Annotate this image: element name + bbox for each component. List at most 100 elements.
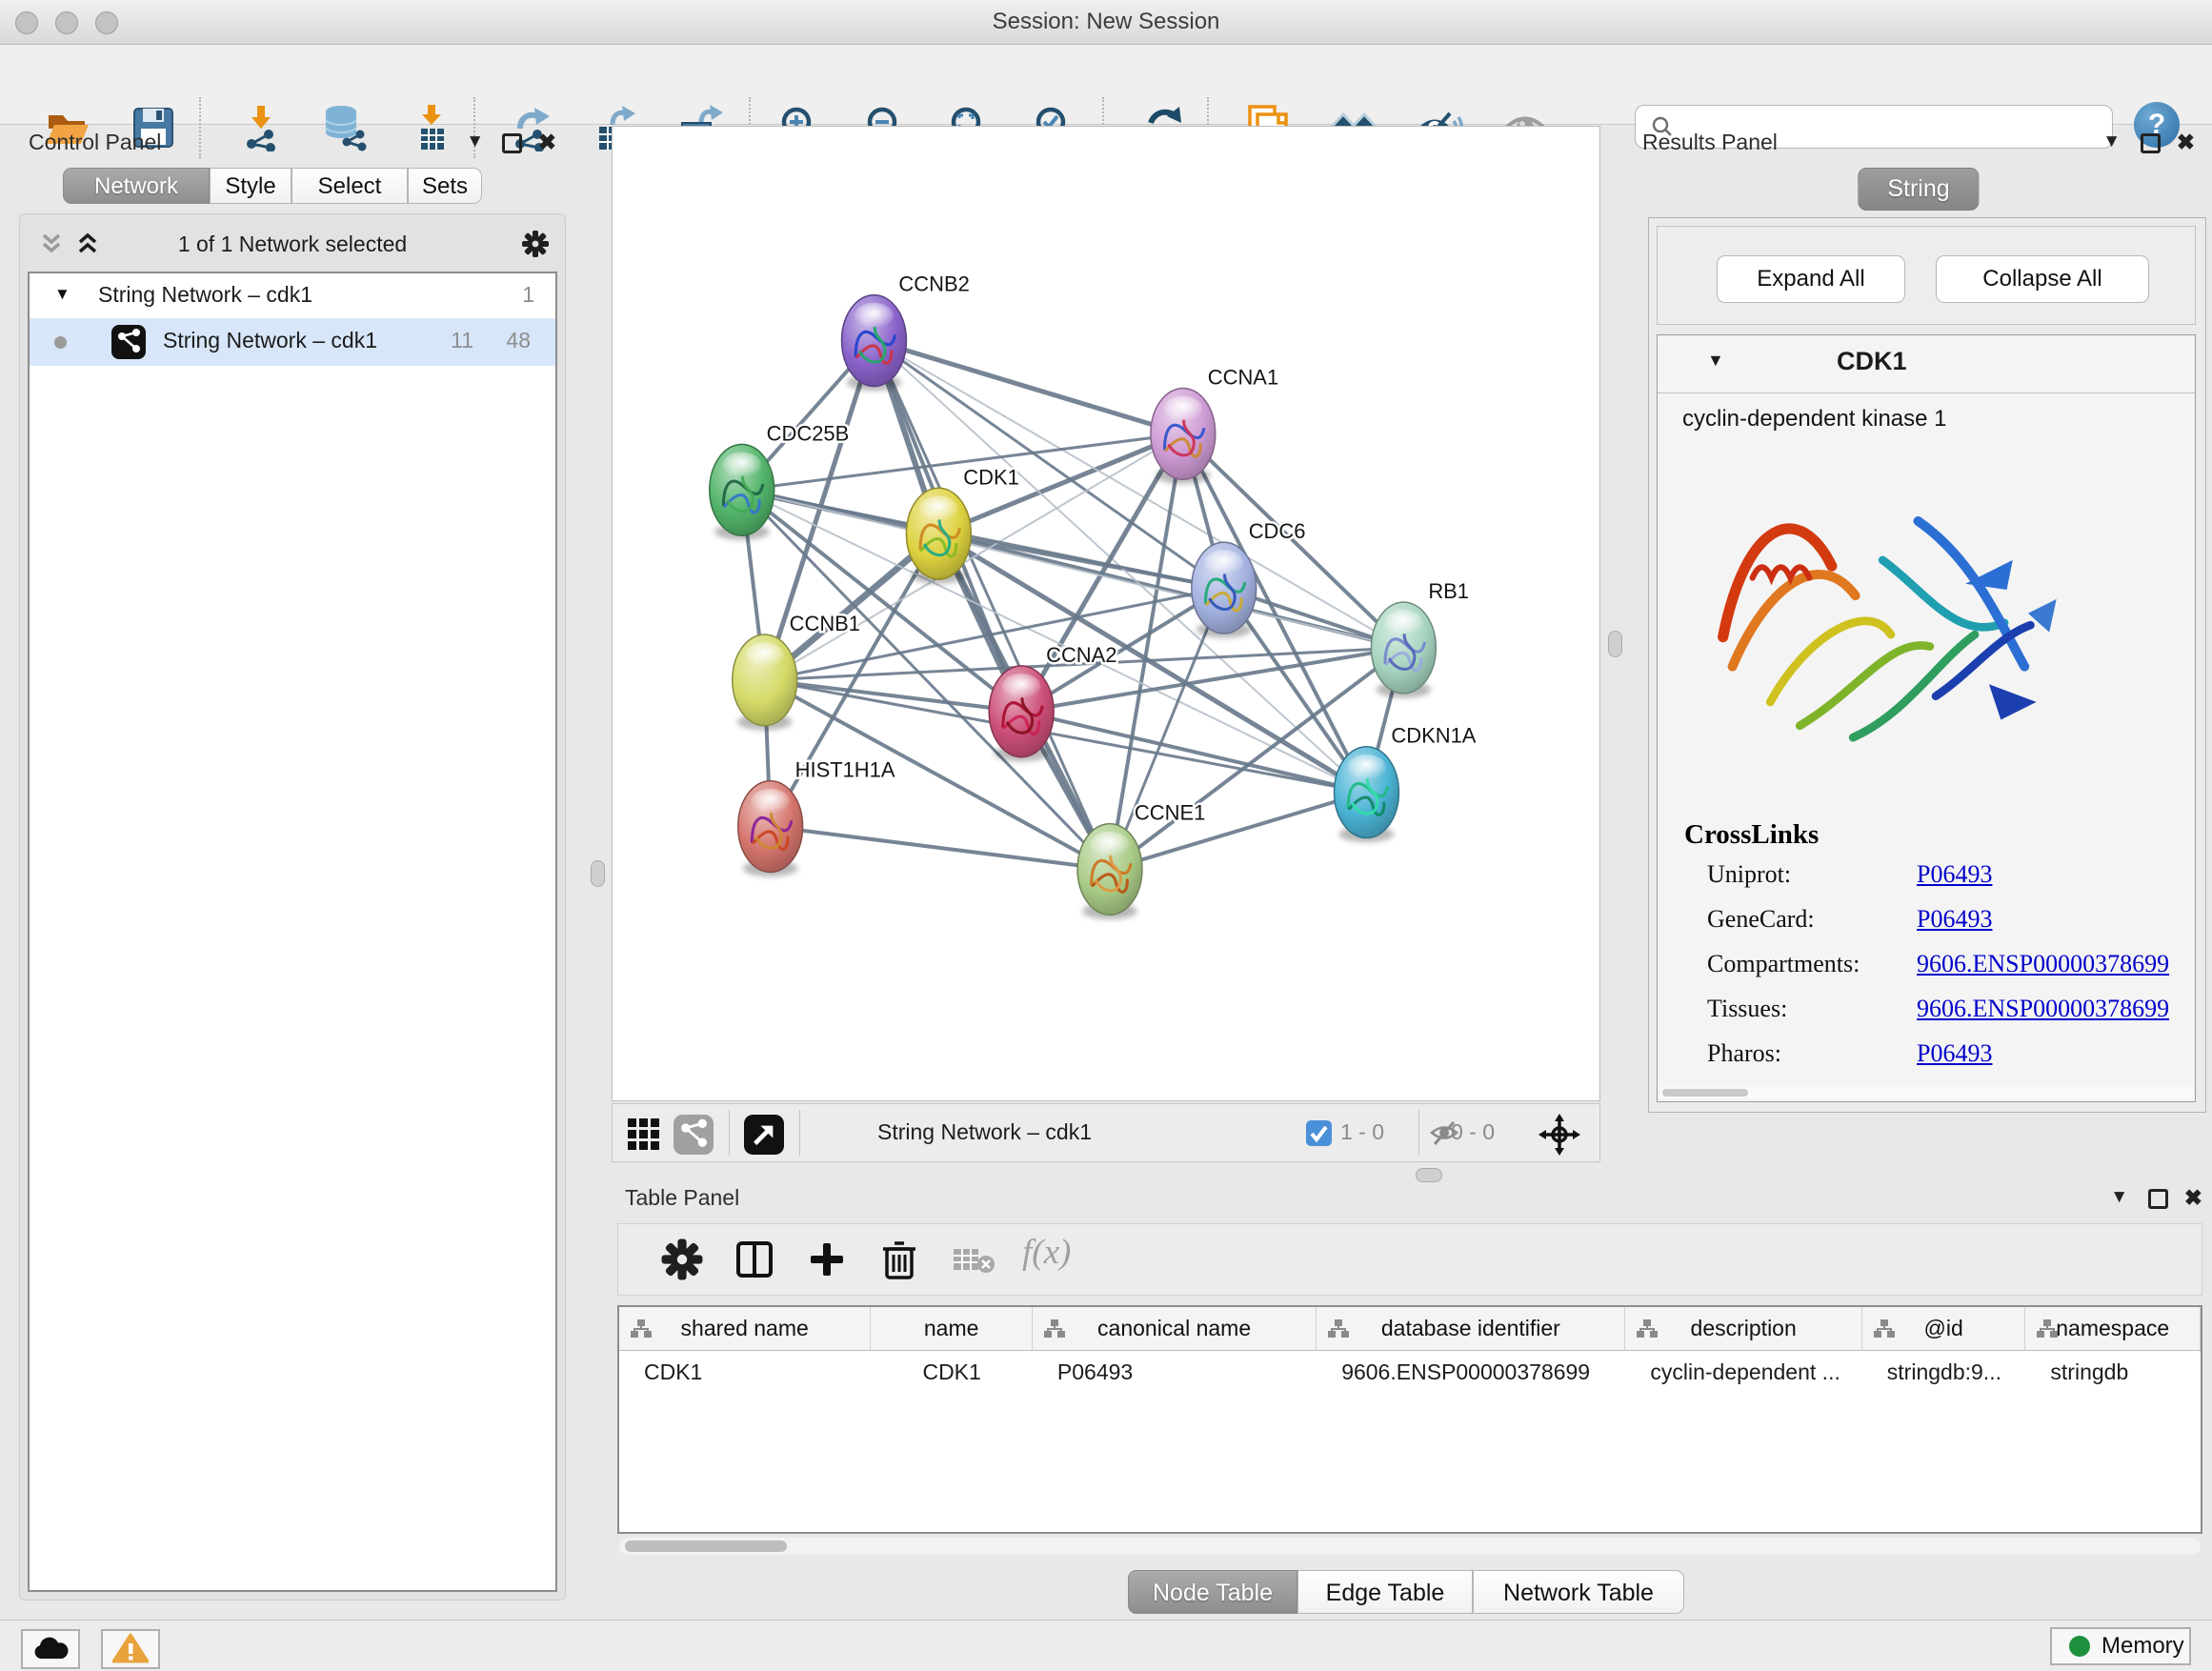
tab-network[interactable]: Network xyxy=(63,168,210,204)
panel-close-icon[interactable]: ✖ xyxy=(2177,130,2195,155)
panel-close-icon[interactable]: ✖ xyxy=(2184,1185,2202,1211)
splitter-grip-right[interactable] xyxy=(1608,631,1622,657)
open-in-window-icon[interactable] xyxy=(744,1115,784,1155)
panel-float-icon[interactable] xyxy=(2148,1189,2168,1209)
strip-separator xyxy=(729,1110,730,1156)
node-label-cdkn1a: CDKN1A xyxy=(1391,724,1476,748)
network-node-ccnb1[interactable]: CCNB1 xyxy=(733,612,860,730)
crosslink-link[interactable]: P06493 xyxy=(1917,1039,1992,1068)
network-view-toolbar: String Network – cdk1 1 - 0 0 - 0 xyxy=(612,1103,1600,1162)
collection-caret-icon[interactable]: ▼ xyxy=(54,285,70,304)
tab-sets[interactable]: Sets xyxy=(408,168,482,204)
table-cell[interactable]: CDK1 xyxy=(619,1351,871,1393)
pan-crosshair-icon[interactable] xyxy=(1538,1114,1580,1156)
collapse-all-button[interactable]: Collapse All xyxy=(1936,255,2149,303)
table-cell[interactable]: cyclin-dependent ... xyxy=(1625,1351,1861,1393)
tab-network-table[interactable]: Network Table xyxy=(1473,1570,1684,1614)
network-node-cdkn1a[interactable]: CDKN1A xyxy=(1335,724,1477,842)
crosslink-row: Tissues: 9606.ENSP00000378699 xyxy=(1658,985,2195,1030)
results-panel-title: Results Panel xyxy=(1642,130,1778,155)
node-details-card: ▼ CDK1 cyclin-dependent kinase 1 xyxy=(1657,334,2196,1102)
collection-count: 1 xyxy=(522,282,534,308)
table-header-row: shared namenamecanonical namedatabase id… xyxy=(619,1307,2201,1351)
gene-name: CDK1 xyxy=(1837,347,1907,376)
table-cell[interactable]: 9606.ENSP00000378699 xyxy=(1317,1351,1625,1393)
crosslink-label: Tissues: xyxy=(1707,995,1787,1023)
application-window: Session: New Session xyxy=(0,0,2212,1671)
network-edge[interactable] xyxy=(874,341,1182,434)
memory-button[interactable]: Memory xyxy=(2050,1627,2191,1665)
crosslink-label: Uniprot: xyxy=(1707,860,1791,889)
expand-all-button[interactable]: Expand All xyxy=(1717,255,1905,303)
column-header-canonical-name[interactable]: canonical name xyxy=(1033,1307,1317,1350)
crosslink-link[interactable]: P06493 xyxy=(1917,905,1992,934)
panel-float-icon[interactable] xyxy=(2141,133,2161,153)
network-edge[interactable] xyxy=(742,490,1224,588)
network-row-selected[interactable]: String Network – cdk1 11 48 xyxy=(30,318,555,366)
crosslink-link[interactable]: 9606.ENSP00000378699 xyxy=(1917,950,2169,978)
birdseye-grid-icon[interactable] xyxy=(626,1117,662,1153)
network-node-hist1h1a[interactable]: HIST1H1A xyxy=(738,758,895,876)
string-results-container: Expand All Collapse All ▼ CDK1 cyclin-de… xyxy=(1648,217,2206,1113)
node-label-ccne1: CCNE1 xyxy=(1135,801,1205,825)
table-cell[interactable]: P06493 xyxy=(1033,1351,1317,1393)
scrollbar-thumb[interactable] xyxy=(625,1540,787,1552)
column-header-description[interactable]: description xyxy=(1625,1307,1861,1350)
node-attribute-table[interactable]: shared namenamecanonical namedatabase id… xyxy=(617,1305,2202,1534)
network-edge[interactable] xyxy=(1021,712,1366,793)
network-node-ccnb2[interactable]: CCNB2 xyxy=(842,272,970,391)
add-column-icon[interactable] xyxy=(805,1238,849,1281)
tab-select[interactable]: Select xyxy=(292,168,408,204)
control-panel-header: Control Panel ▼ ✖ xyxy=(11,126,572,160)
network-collection-row[interactable]: ▼ String Network – cdk1 1 xyxy=(30,273,555,318)
control-panel-tabs: Network Style Select Sets xyxy=(63,168,482,206)
gear-icon[interactable] xyxy=(521,230,550,258)
collapse-caret-icon[interactable]: ▼ xyxy=(1707,351,1724,371)
tab-node-table[interactable]: Node Table xyxy=(1128,1570,1297,1614)
splitter-grip-left[interactable] xyxy=(591,860,605,887)
string-network-graph[interactable]: CCNB2CCNA1CDC25BCDK1CDC6RB1CCNB1CCNA2CDK… xyxy=(613,127,1599,1100)
column-header-namespace[interactable]: namespace xyxy=(2025,1307,2201,1350)
table-cell[interactable]: stringdb:9... xyxy=(1862,1351,2026,1393)
tab-style[interactable]: Style xyxy=(210,168,292,204)
network-edge[interactable] xyxy=(765,680,1021,712)
delete-column-trash-icon[interactable] xyxy=(877,1238,921,1281)
memory-label: Memory xyxy=(2101,1633,2184,1660)
panel-menu-icon[interactable]: ▼ xyxy=(2102,131,2121,152)
results-tab-string[interactable]: String xyxy=(1858,168,1979,211)
show-columns-icon[interactable] xyxy=(733,1238,776,1281)
panel-menu-icon[interactable]: ▼ xyxy=(2110,1187,2128,1208)
network-edge[interactable] xyxy=(874,341,1110,870)
network-node-ccne1[interactable]: CCNE1 xyxy=(1077,801,1205,919)
string-network-icon[interactable] xyxy=(674,1115,714,1155)
cloud-status-button[interactable] xyxy=(21,1629,80,1669)
column-header--id[interactable]: @id xyxy=(1862,1307,2026,1350)
warning-status-button[interactable] xyxy=(101,1629,160,1669)
collection-label: String Network – cdk1 xyxy=(98,282,312,308)
tab-edge-table[interactable]: Edge Table xyxy=(1297,1570,1473,1614)
column-header-shared-name[interactable]: shared name xyxy=(619,1307,871,1350)
selected-checkbox-icon[interactable] xyxy=(1306,1120,1332,1146)
crosslink-label: GeneCard: xyxy=(1707,905,1815,934)
node-label-ccnb1: CCNB1 xyxy=(790,612,860,635)
table-cell[interactable]: CDK1 xyxy=(871,1351,1033,1393)
entry-horizontal-scrollbar[interactable] xyxy=(1660,1087,2194,1098)
node-details-header[interactable]: ▼ CDK1 xyxy=(1658,335,2195,393)
splitter-grip-bottom[interactable] xyxy=(1416,1168,1442,1182)
crosslink-row: Compartments:9606.ENSP00000378699 xyxy=(1658,940,2195,985)
network-node-rb1[interactable]: RB1 xyxy=(1371,579,1469,697)
table-data-row[interactable]: CDK1CDK1P064939606.ENSP00000378699cyclin… xyxy=(619,1351,2201,1393)
panel-close-icon[interactable]: ✖ xyxy=(538,130,556,155)
crosslink-link[interactable]: 9606.ENSP00000378699 xyxy=(1917,995,2169,1023)
table-cell[interactable]: stringdb xyxy=(2025,1351,2201,1393)
table-settings-gear-icon[interactable] xyxy=(660,1238,704,1281)
panel-menu-icon[interactable]: ▼ xyxy=(466,131,484,152)
table-horizontal-scrollbar[interactable] xyxy=(619,1538,2201,1555)
crosslink-link[interactable]: P06493 xyxy=(1917,860,1992,889)
panel-float-icon[interactable] xyxy=(502,133,522,153)
column-header-name[interactable]: name xyxy=(871,1307,1033,1350)
network-view-canvas[interactable]: CCNB2CCNA1CDC25BCDK1CDC6RB1CCNB1CCNA2CDK… xyxy=(612,126,1600,1101)
column-header-database-identifier[interactable]: database identifier xyxy=(1317,1307,1625,1350)
network-edge[interactable] xyxy=(771,827,1110,870)
strip-separator xyxy=(1418,1110,1419,1156)
